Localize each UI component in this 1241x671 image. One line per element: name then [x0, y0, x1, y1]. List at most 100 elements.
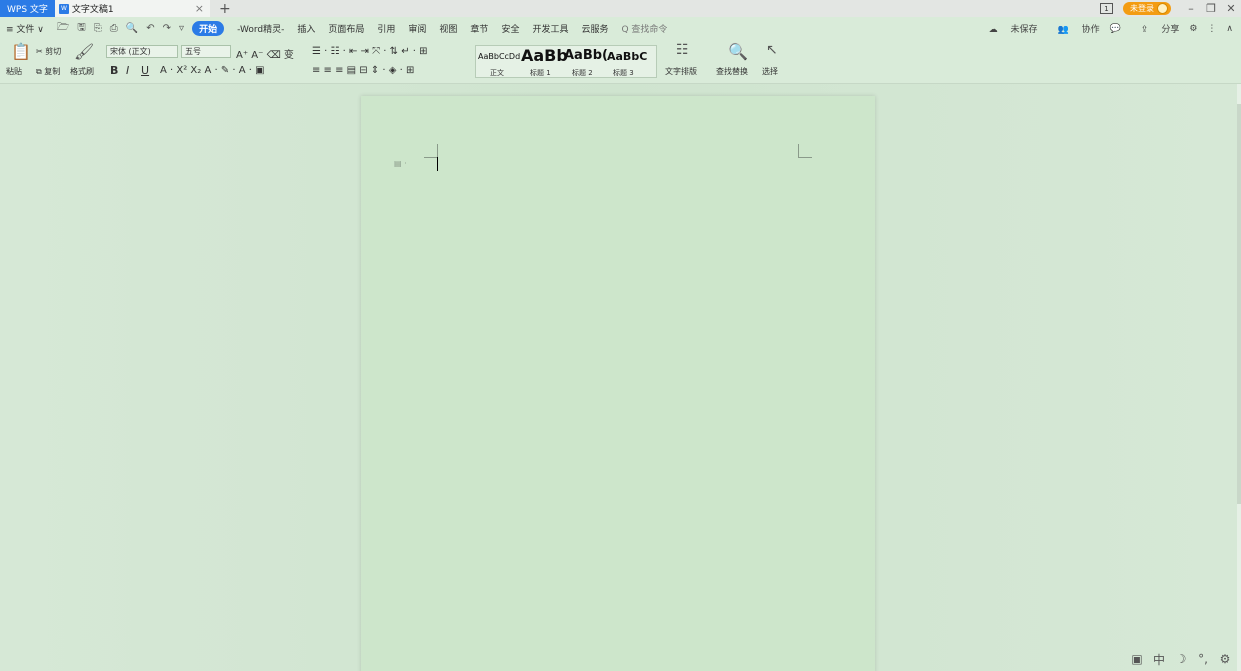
title-bar: WPS 文字 W 文字文稿1 × + 1 未登录 – ❐ ✕	[0, 0, 1241, 17]
paste-icon[interactable]: 📋	[11, 42, 31, 61]
copy-button[interactable]: ⧉ 复制	[36, 66, 60, 77]
tab-developer[interactable]: 开发工具	[532, 22, 568, 35]
document-workspace: ▤ ·	[0, 84, 1237, 671]
share-icon: ⇪	[1140, 25, 1149, 35]
document-tab[interactable]: W 文字文稿1 ×	[54, 0, 210, 17]
format-painter-icon[interactable]: 🖌	[74, 42, 94, 61]
window-count-icon[interactable]: 1	[1100, 3, 1113, 14]
margin-corner-top-left	[424, 144, 438, 158]
redo-icon[interactable]: ↷	[163, 23, 171, 34]
moon-icon[interactable]: ☽	[1173, 651, 1189, 667]
punctuation-icon[interactable]: °,	[1195, 651, 1211, 667]
print-icon[interactable]: ⎙	[110, 23, 118, 34]
search-icon[interactable]: 🔍	[728, 42, 748, 61]
text-cursor	[437, 157, 438, 171]
input-language[interactable]: 中	[1151, 651, 1167, 667]
share-button[interactable]: ⇪ 分享	[1131, 22, 1179, 35]
unsaved-status[interactable]: ☁ 未保存	[979, 22, 1038, 35]
tab-page-layout[interactable]: 页面布局	[328, 22, 364, 35]
menu-right-tools: ☁ 未保存 👥 协作 💬 ⇪ 分享 ⚙ ⋮ ∧	[969, 17, 1233, 40]
customize-icon[interactable]: ▿	[179, 23, 184, 34]
style-heading1-label: 标题 1	[530, 69, 551, 77]
style-gallery: AaBbCcDd AaBb AaBb( AaBbC 正文 标题 1 标题 2 标…	[475, 45, 657, 78]
login-button[interactable]: 未登录	[1123, 2, 1171, 15]
share-label: 分享	[1161, 25, 1180, 35]
search-command[interactable]: Q 查找命令	[621, 22, 667, 35]
tab-security[interactable]: 安全	[501, 22, 519, 35]
font-size-value: 五号	[185, 47, 201, 56]
status-tray: ▣ 中 ☽ °, ⚙	[1129, 651, 1233, 667]
open-icon[interactable]: 🗁	[57, 20, 69, 37]
close-tab-icon[interactable]: ×	[195, 2, 204, 15]
comment-icon[interactable]: 💬	[1110, 24, 1121, 34]
font-name-select[interactable]: 宋体 (正文)	[106, 45, 178, 58]
bold-icon[interactable]: B	[110, 64, 118, 77]
underline-icon[interactable]: U	[141, 64, 149, 77]
font-name-value: 宋体 (正文)	[110, 47, 151, 56]
style-normal[interactable]: AaBbCcDd	[478, 52, 520, 61]
italic-icon[interactable]: I	[126, 64, 129, 77]
collab-label: 协作	[1081, 25, 1100, 35]
document-page[interactable]: ▤ ·	[361, 96, 875, 671]
input-method-icon[interactable]: ▣	[1129, 651, 1145, 667]
settings-icon[interactable]: ⚙	[1189, 24, 1197, 34]
collab-icon: 👥	[1057, 25, 1069, 35]
style-heading3-label: 标题 3	[613, 69, 634, 77]
print-preview-icon[interactable]: 🔍	[126, 23, 138, 34]
tab-references[interactable]: 引用	[377, 22, 395, 35]
select-cursor-icon[interactable]: ↖	[766, 42, 778, 58]
tab-review[interactable]: 审阅	[408, 22, 426, 35]
document-icon: W	[58, 3, 69, 14]
paste-button[interactable]: 粘贴	[6, 66, 22, 77]
style-heading3[interactable]: AaBbC	[607, 50, 647, 63]
file-menu[interactable]: ≡ 文件 ∨	[6, 22, 44, 35]
format-painter-button[interactable]: 格式刷	[70, 66, 94, 77]
save-icon[interactable]: 🖫	[77, 20, 86, 37]
cut-label: 剪切	[45, 47, 62, 56]
close-window-icon[interactable]: ✕	[1221, 2, 1241, 15]
font-grow-icon[interactable]: A⁺ A⁻ ⌫ 变	[236, 46, 294, 61]
style-heading2[interactable]: AaBb(	[564, 48, 608, 63]
text-layout-button[interactable]: 文字排版	[665, 66, 697, 77]
tab-insert[interactable]: 插入	[297, 22, 315, 35]
vertical-scrollbar[interactable]	[1237, 84, 1241, 671]
tab-section[interactable]: 章节	[470, 22, 488, 35]
align-icons[interactable]: ≡ ≡ ≡ ▤ ⊟ ⇕ · ◈ · ⊞	[312, 65, 414, 76]
find-replace-button[interactable]: 查找替换	[716, 66, 748, 77]
more-icon[interactable]: ⋮	[1207, 24, 1216, 34]
tab-word-assistant[interactable]: -Word精灵-	[237, 22, 284, 35]
scrollbar-thumb[interactable]	[1237, 104, 1241, 504]
undo-icon[interactable]: ↶	[146, 23, 154, 34]
app-tab[interactable]: WPS 文字	[0, 0, 55, 17]
text-layout-icon[interactable]: ☷	[676, 42, 689, 58]
cloud-icon: ☁	[988, 25, 998, 35]
ribbon-toolbar: 📋 粘贴 ✂ 剪切 ⧉ 复制 🖌 格式刷 宋体 (正文) 五号 A⁺ A⁻ ⌫ …	[0, 40, 1241, 84]
copy-label: 复制	[44, 67, 61, 76]
login-label: 未登录	[1130, 4, 1154, 13]
document-tab-label: 文字文稿1	[71, 5, 114, 15]
margin-corner-top-right	[798, 144, 812, 158]
select-button[interactable]: 选择	[762, 66, 778, 77]
restore-icon[interactable]: ❐	[1201, 2, 1221, 15]
minimize-icon[interactable]: –	[1181, 2, 1201, 15]
tab-view[interactable]: 视图	[439, 22, 457, 35]
font-size-select[interactable]: 五号	[181, 45, 231, 58]
menu-bar: ≡ 文件 ∨ 🗁 🖫 ⎘ ⎙ 🔍 ↶ ↷ ▿ 开始 -Word精灵- 插入 页面…	[0, 17, 1241, 40]
unsaved-label: 未保存	[1010, 25, 1038, 35]
style-normal-label: 正文	[490, 69, 504, 77]
avatar-icon	[1157, 3, 1168, 14]
strike-super-sub-icons[interactable]: A · X² X₂ A · ✎ · A · ▣	[160, 65, 265, 76]
window-controls: 1 未登录 – ❐ ✕	[1100, 0, 1241, 17]
ime-settings-icon[interactable]: ⚙	[1217, 651, 1233, 667]
export-pdf-icon[interactable]: ⎘	[94, 23, 102, 34]
paragraph-layout-icon[interactable]: ▤ ·	[394, 159, 407, 168]
collapse-ribbon-icon[interactable]: ∧	[1226, 24, 1233, 34]
cut-button[interactable]: ✂ 剪切	[36, 46, 61, 57]
new-tab-button[interactable]: +	[216, 1, 234, 17]
style-heading1[interactable]: AaBb	[521, 46, 568, 65]
style-heading2-label: 标题 2	[572, 69, 593, 77]
tab-cloud[interactable]: 云服务	[581, 22, 608, 35]
tab-home[interactable]: 开始	[192, 21, 225, 36]
list-icons[interactable]: ☰ · ☷ · ⇤ ⇥ ⤧ · ⇅ ↵ · ⊞	[312, 46, 428, 57]
collab-button[interactable]: 👥 协作	[1048, 22, 1100, 35]
